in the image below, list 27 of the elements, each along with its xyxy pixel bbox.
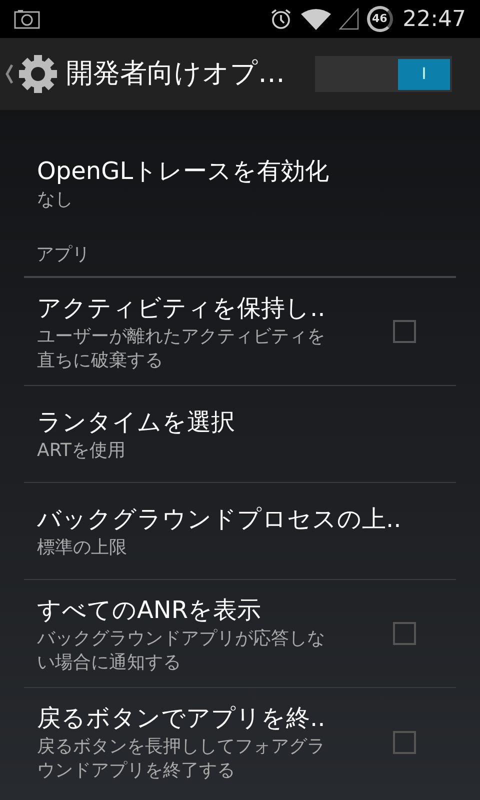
camera-icon — [14, 9, 40, 29]
setting-summary: バックグラウンドアプリが応答しない場合に通知する — [37, 626, 326, 674]
back-caret-icon — [4, 63, 14, 85]
setting-title: すべてのANRを表示 — [37, 594, 262, 626]
clock-time: 22:47 — [402, 6, 466, 34]
master-switch[interactable]: I — [315, 56, 452, 92]
wifi-icon — [300, 8, 331, 30]
checkbox[interactable] — [393, 730, 416, 754]
settings-icon — [16, 52, 60, 96]
checkbox[interactable] — [393, 622, 416, 645]
setting-title: アクティビティを保持し.. — [37, 292, 326, 324]
battery-icon: 46 — [366, 6, 393, 32]
setting-summary: 戻るボタンを長押ししてフォアグラウンドアプリを終了する — [37, 735, 326, 783]
setting-title: ランタイムを選択 — [37, 407, 236, 438]
screen-title: 開発者向けオプ… — [66, 56, 285, 91]
signal-icon — [338, 8, 359, 30]
setting-title: OpenGLトレースを有効化 — [37, 156, 330, 186]
setting-summary: 標準の上限 — [37, 536, 128, 560]
setting-summary: ユーザーが離れたアクティビティを直ちに破棄する — [37, 324, 326, 372]
checkbox[interactable] — [393, 320, 416, 343]
switch-thumb[interactable]: I — [398, 58, 450, 90]
setting-title: 戻るボタンでアプリを終.. — [37, 703, 326, 734]
category-header: アプリ — [36, 244, 90, 265]
setting-summary: なし — [37, 188, 74, 212]
alarm-icon — [268, 7, 293, 31]
setting-title: バックグラウンドプロセスの上.. — [37, 504, 402, 535]
setting-summary: ARTを使用 — [37, 439, 127, 463]
